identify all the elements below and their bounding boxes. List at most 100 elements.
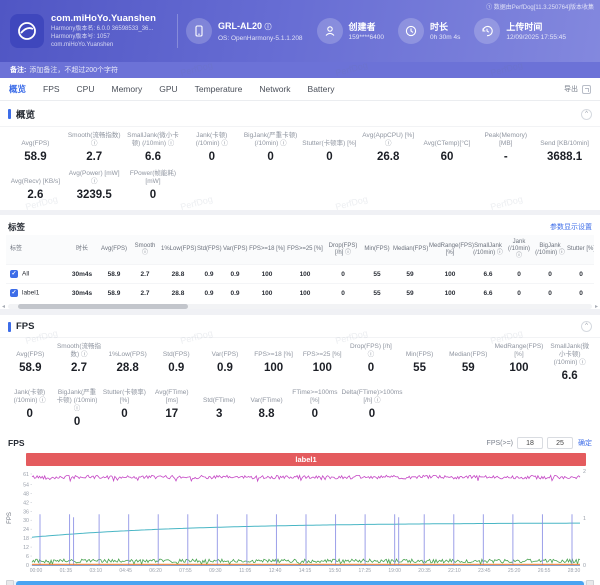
metric: MedRange(FPS)[%] 100 bbox=[493, 343, 546, 383]
metric: Peak(Memory) [MB]- bbox=[476, 132, 535, 164]
svg-text:42: 42 bbox=[23, 500, 29, 506]
metric: Std(FTime) 3 bbox=[195, 389, 242, 429]
metric-value: 0 bbox=[8, 407, 51, 421]
tab-Network[interactable]: Network bbox=[259, 84, 290, 94]
table-header-cell: Drop(FPS) [/h] ⓘ bbox=[324, 235, 362, 265]
table-cell: 0 bbox=[504, 284, 534, 303]
app-logo-swirl bbox=[16, 20, 38, 42]
tab-GPU[interactable]: GPU bbox=[159, 84, 177, 94]
metric-label: MedRange(FPS)[%] bbox=[495, 343, 544, 359]
metric: Avg(Power) [mW] ⓘ3239.5 bbox=[65, 170, 124, 202]
metric-value: 0.9 bbox=[154, 361, 199, 375]
svg-text:48: 48 bbox=[23, 491, 29, 497]
chart-horizontal-scrollbar[interactable] bbox=[8, 581, 592, 585]
metric-label: SmallJank(微小卡顿) (/10min) ⓘ bbox=[547, 343, 592, 367]
metric-label: FPS>=25 [%] bbox=[300, 343, 345, 359]
metric-label: Var(FPS) bbox=[203, 343, 248, 359]
overview-metrics-row1: Avg(FPS)58.9Smooth(流畅指数) ⓘ2.7SmallJank(微… bbox=[0, 127, 600, 168]
table-cell: 100 bbox=[248, 284, 286, 303]
collapse-chevron-icon[interactable]: ^ bbox=[581, 109, 592, 120]
labels-section-title: 标签 bbox=[8, 221, 25, 233]
tab-Battery[interactable]: Battery bbox=[308, 84, 335, 94]
row-checkbox[interactable]: ✓ bbox=[10, 270, 18, 278]
metric-label: Avg(FPS) bbox=[8, 132, 63, 148]
upload-time-label: 上传时间 bbox=[506, 21, 566, 33]
chart-scrollbar-thumb[interactable] bbox=[16, 581, 584, 585]
metric-label: Smooth(流畅指数) ⓘ bbox=[67, 132, 122, 148]
metric: Var(FPS)0.9 bbox=[201, 343, 250, 383]
fps-section-title: FPS bbox=[16, 321, 34, 332]
metric-label: Drop(FPS) [/h] ⓘ bbox=[349, 343, 394, 359]
scroll-right-arrow-icon[interactable]: ▸ bbox=[595, 303, 598, 310]
band-label: label1 bbox=[295, 455, 316, 464]
tab-概览[interactable]: 概览 bbox=[9, 83, 26, 95]
metric-label: Delta(FTime)>100ms [/h] ⓘ bbox=[342, 389, 403, 405]
metric-value: 0 bbox=[55, 415, 98, 429]
metric-label: Std(FTime) bbox=[197, 389, 240, 405]
metric: Drop(FPS) [/h] ⓘ0 bbox=[347, 343, 396, 383]
metric: Smooth(流畅指数) ⓘ2.7 bbox=[65, 132, 124, 164]
metric-value: - bbox=[478, 150, 533, 164]
table-cell: 0 bbox=[324, 265, 362, 284]
tab-Temperature[interactable]: Temperature bbox=[195, 84, 243, 94]
metric-value: 100 bbox=[495, 361, 544, 375]
overview-metrics-row2: Avg(Recv) [KB/s]2.6Avg(Power) [mW] ⓘ3239… bbox=[0, 168, 600, 210]
table-cell: 100 bbox=[428, 284, 472, 303]
collapse-chevron-icon[interactable]: ^ bbox=[581, 321, 592, 332]
table-header-cell: Min(FPS) bbox=[362, 235, 392, 265]
fps-threshold-label: FPS(>=) bbox=[487, 440, 513, 447]
tab-CPU[interactable]: CPU bbox=[77, 84, 95, 94]
tab-Memory[interactable]: Memory bbox=[112, 84, 143, 94]
table-row[interactable]: ✓All30m4s58.92.728.80.90.910010005559100… bbox=[6, 265, 594, 284]
creator-label: 创建者 bbox=[349, 21, 384, 33]
param-display-settings-link[interactable]: 参数显示设置 bbox=[550, 222, 592, 232]
table-cell: 55 bbox=[362, 284, 392, 303]
metric-label: Avg(Power) [mW] ⓘ bbox=[67, 170, 122, 186]
scroll-left-arrow-icon[interactable]: ◂ bbox=[2, 303, 5, 310]
y-axis-label: FPS bbox=[7, 512, 13, 524]
metric-value: 3 bbox=[197, 407, 240, 421]
metric-label: 1%Low(FPS) bbox=[105, 343, 150, 359]
tab-FPS[interactable]: FPS bbox=[43, 84, 60, 94]
export-button[interactable]: 导出 bbox=[564, 84, 591, 94]
table-cell: 58.9 bbox=[98, 284, 130, 303]
fps-threshold-low-input[interactable] bbox=[517, 437, 543, 449]
threshold-apply-button[interactable]: 确定 bbox=[578, 438, 592, 448]
device-info-icon[interactable]: ⓘ bbox=[265, 24, 272, 31]
creator-icon bbox=[317, 18, 343, 44]
metric-value: 0 bbox=[243, 150, 298, 164]
row-checkbox[interactable]: ✓ bbox=[10, 289, 18, 297]
device-icon bbox=[186, 18, 212, 44]
scrollbar-right-handle[interactable] bbox=[586, 580, 594, 585]
scrollbar-thumb[interactable] bbox=[18, 304, 188, 309]
labels-table: 标签时长Avg(FPS)Smooth ⓘ1%Low(FPS)Std(FPS)Va… bbox=[6, 235, 594, 302]
table-header-cell: 时长 bbox=[66, 235, 98, 265]
svg-text:2: 2 bbox=[583, 469, 586, 475]
table-cell: 100 bbox=[286, 265, 324, 284]
metric-label: FPower(帧能耗) [mW] bbox=[126, 170, 181, 186]
metric-label: Smooth(流畅指数) ⓘ bbox=[57, 343, 102, 359]
table-row[interactable]: ✓label130m4s58.92.728.80.90.910010005559… bbox=[6, 284, 594, 303]
table-cell: 0 bbox=[566, 265, 594, 284]
svg-text:01:35: 01:35 bbox=[60, 568, 73, 574]
table-header-cell: FPS>=25 [%] bbox=[286, 235, 324, 265]
svg-text:24: 24 bbox=[23, 527, 29, 533]
scrollbar-left-handle[interactable] bbox=[6, 580, 14, 585]
table-header-cell: Stutter [%] bbox=[566, 235, 594, 265]
metric: Jank(卡顿) (/10min) ⓘ0 bbox=[6, 389, 53, 429]
metric-value: 28.8 bbox=[105, 361, 150, 375]
metric-value: 0 bbox=[292, 407, 337, 421]
table-cell: 0.9 bbox=[196, 284, 222, 303]
duration-group: 时长 0h 30m 4s bbox=[398, 18, 460, 44]
fps-chart[interactable]: label106121824303642485461012FPS00:0001:… bbox=[0, 451, 600, 580]
note-bar[interactable]: 备注: 添加备注，不超过200个字符 bbox=[0, 62, 600, 78]
table-header-cell: BigJank (/10min) ⓘ bbox=[534, 235, 566, 265]
perfdog-version-note: ① 数据由PerfDog[11.3.250764]版本收集 bbox=[486, 2, 594, 11]
table-horizontal-scrollbar[interactable]: ◂ ▸ bbox=[8, 304, 592, 309]
device-os: OS: OpenHarmony-5.1.1.208 bbox=[218, 34, 303, 43]
svg-text:54: 54 bbox=[23, 482, 29, 488]
svg-text:14:15: 14:15 bbox=[299, 568, 312, 574]
metric: Std(FPS)0.9 bbox=[152, 343, 201, 383]
table-cell: 0 bbox=[534, 284, 566, 303]
fps-threshold-high-input[interactable] bbox=[547, 437, 573, 449]
